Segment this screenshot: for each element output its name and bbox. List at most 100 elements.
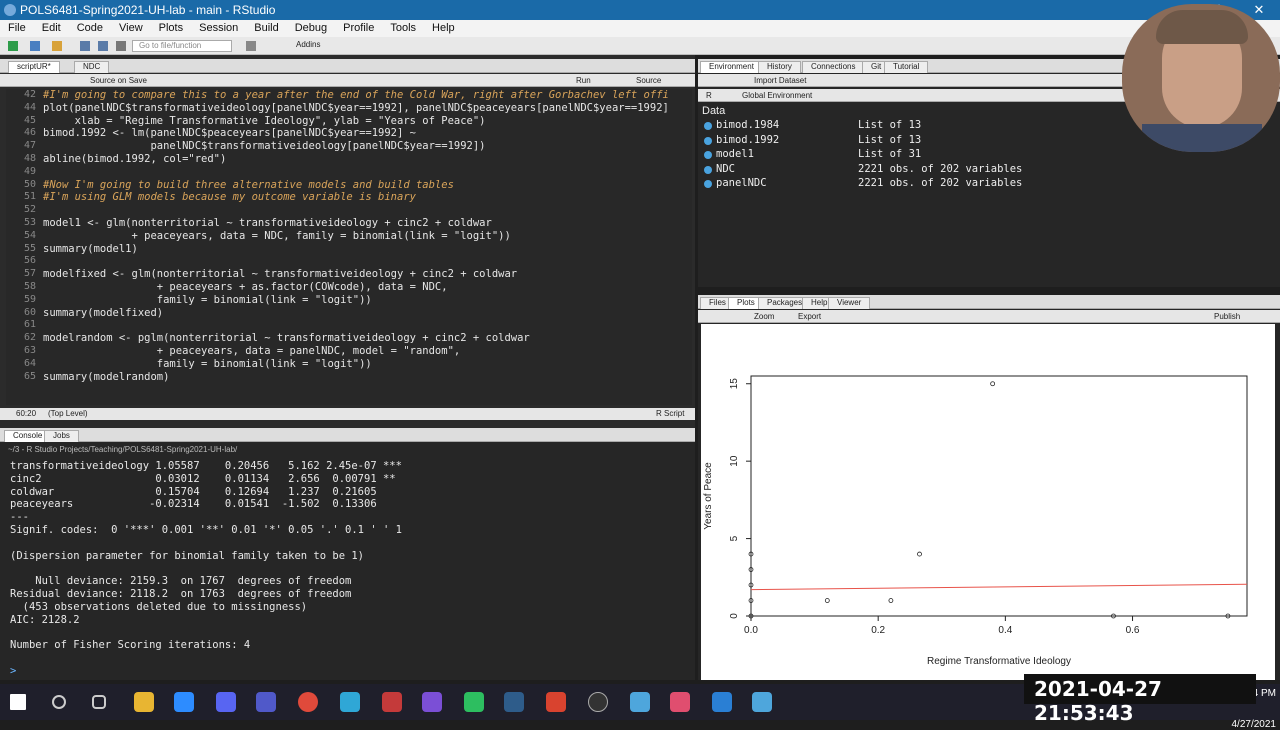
addins-menu[interactable]: Addins — [296, 40, 320, 49]
github-icon[interactable] — [588, 692, 608, 712]
new-file-icon[interactable] — [8, 41, 18, 51]
menu-profile[interactable]: Profile — [335, 20, 382, 34]
plots-tab-bar: Files Plots Packages Help Viewer — [698, 295, 1280, 309]
clock-date: 4/27/2021 — [1231, 719, 1277, 730]
code-text: summary(modelfixed) — [43, 306, 164, 319]
file-explorer-icon[interactable] — [134, 692, 154, 712]
tab-history[interactable]: History — [758, 61, 801, 73]
goto-file-input[interactable]: Go to file/function — [132, 40, 232, 52]
menu-file[interactable]: File — [0, 20, 34, 34]
tab-scriptur[interactable]: scriptUR* — [8, 61, 60, 73]
line-number: 45 — [23, 114, 36, 126]
source-button[interactable]: Source — [636, 76, 661, 85]
plots-toolbar: Zoom Export Publish — [698, 310, 1280, 323]
object-type-icon — [704, 151, 712, 160]
object-type-icon — [704, 122, 712, 130]
menu-code[interactable]: Code — [69, 20, 111, 34]
todo-icon[interactable] — [712, 692, 732, 712]
editor-toolbar: Source on Save Run Source — [0, 74, 695, 87]
teams-icon[interactable] — [256, 692, 276, 712]
tex-icon[interactable] — [504, 692, 524, 712]
plot-canvas[interactable]: 0.0 0.2 0.4 0.6 0 5 10 15 Regime Transformative … — [701, 324, 1275, 680]
line-number: 52 — [23, 204, 36, 216]
app-z-icon[interactable] — [382, 692, 402, 712]
object-name: bimod.1992 — [716, 133, 780, 146]
line-number: 53 — [23, 217, 36, 228]
grid-icon[interactable] — [246, 41, 256, 51]
source-on-save-checkbox[interactable]: Source on Save — [90, 76, 147, 85]
x-tick-label: 0.2 — [871, 625, 885, 636]
rstudio-taskbar-icon[interactable] — [752, 692, 772, 712]
line-number: 50 — [23, 178, 36, 190]
chat-app-icon[interactable] — [216, 692, 236, 712]
tab-jobs[interactable]: Jobs — [44, 430, 79, 442]
line-number: 57 — [23, 268, 36, 280]
menu-tools[interactable]: Tools — [382, 20, 424, 34]
console-pane: Console Jobs ~/3 - R Studio Projects/Tea… — [0, 428, 695, 680]
tab-tutorial[interactable]: Tutorial — [884, 61, 929, 73]
chrome-icon[interactable] — [298, 692, 318, 712]
scope-indicator[interactable]: (Top Level) — [48, 409, 88, 418]
presenter-shirt — [1142, 124, 1262, 152]
tab-environment[interactable]: Environment — [700, 61, 763, 73]
run-button[interactable]: Run — [576, 76, 591, 85]
language-selector[interactable]: R — [706, 91, 712, 100]
global-environment-selector[interactable]: Global Environment — [742, 91, 812, 100]
print-icon[interactable] — [116, 41, 126, 51]
object-value: List of 13 — [858, 119, 922, 131]
windows-start-icon[interactable] — [10, 694, 26, 710]
line-number: 61 — [23, 319, 36, 331]
line-number: 46 — [23, 127, 36, 139]
code-text: abline(bimod.1992, col="red") — [43, 153, 227, 165]
import-dataset-button[interactable]: Import Dataset — [754, 76, 806, 85]
export-button[interactable]: Export — [798, 312, 821, 321]
file-type-indicator[interactable]: R Script — [656, 409, 684, 418]
env-object-row[interactable]: panelNDC 2221 obs. of 202 variables — [702, 177, 1274, 191]
tab-ndc[interactable]: NDC — [74, 61, 110, 73]
menu-view[interactable]: View — [111, 20, 151, 34]
app-r-icon[interactable] — [630, 692, 650, 712]
evernote-icon[interactable] — [464, 692, 484, 712]
open-file-icon[interactable] — [52, 41, 62, 51]
line-number: 47 — [23, 140, 36, 152]
menu-debug[interactable]: Debug — [287, 20, 335, 34]
app-power-icon[interactable] — [546, 692, 566, 712]
console-working-dir[interactable]: ~/3 - R Studio Projects/Teaching/POLS648… — [8, 445, 237, 454]
new-project-icon[interactable] — [30, 41, 40, 51]
line-number: 60 — [23, 306, 36, 318]
line-number: 64 — [23, 357, 36, 369]
console-line: cinc2 0.03012 0.01134 2.656 0.00791 ** — [10, 472, 396, 485]
env-object-row[interactable]: NDC 2221 obs. of 202 variables — [702, 163, 1274, 177]
console-line: AIC: 2128.2 — [10, 613, 80, 626]
code-text: summary(model1) — [43, 242, 138, 255]
menu-session[interactable]: Session — [191, 20, 246, 34]
code-text: family = binomial(link = "logit")) — [43, 357, 372, 370]
console-line: (453 observations deleted due to missing… — [10, 600, 308, 613]
zoom-button[interactable]: Zoom — [754, 312, 774, 321]
publish-button[interactable]: Publish — [1214, 312, 1240, 321]
task-view-icon[interactable] — [92, 695, 106, 709]
obsidian-icon[interactable] — [422, 692, 442, 712]
tab-connections[interactable]: Connections — [802, 61, 865, 73]
menu-edit[interactable]: Edit — [34, 20, 69, 34]
code-text: panelNDC$transformativeideology[panelNDC… — [43, 140, 486, 153]
line-number: 63 — [23, 345, 36, 356]
save-icon[interactable] — [80, 41, 90, 51]
tab-viewer[interactable]: Viewer — [828, 297, 871, 309]
y-axis-label: Years of Peace — [703, 462, 714, 530]
menu-plots[interactable]: Plots — [151, 20, 191, 34]
zoom-app-icon[interactable] — [174, 692, 194, 712]
save-all-icon[interactable] — [98, 41, 108, 51]
menu-build[interactable]: Build — [246, 20, 286, 34]
console-line: --- — [10, 511, 29, 524]
console-line: transformativeideology 1.05587 0.20456 5… — [10, 460, 402, 472]
menu-help[interactable]: Help — [424, 20, 463, 34]
webcam-overlay — [1122, 4, 1280, 152]
scatter-plot: 0.0 0.2 0.4 0.6 0 5 10 15 Regime Transformative … — [703, 375, 1248, 667]
app-k-icon[interactable] — [340, 692, 360, 712]
rstudio-logo-icon — [4, 4, 16, 16]
search-icon[interactable] — [52, 695, 66, 709]
code-text: #Now I'm going to build three alternativ… — [43, 178, 454, 191]
game-icon[interactable] — [670, 692, 690, 712]
code-editor[interactable]: 42 #I'm going to compare this to a year a… — [6, 89, 692, 405]
